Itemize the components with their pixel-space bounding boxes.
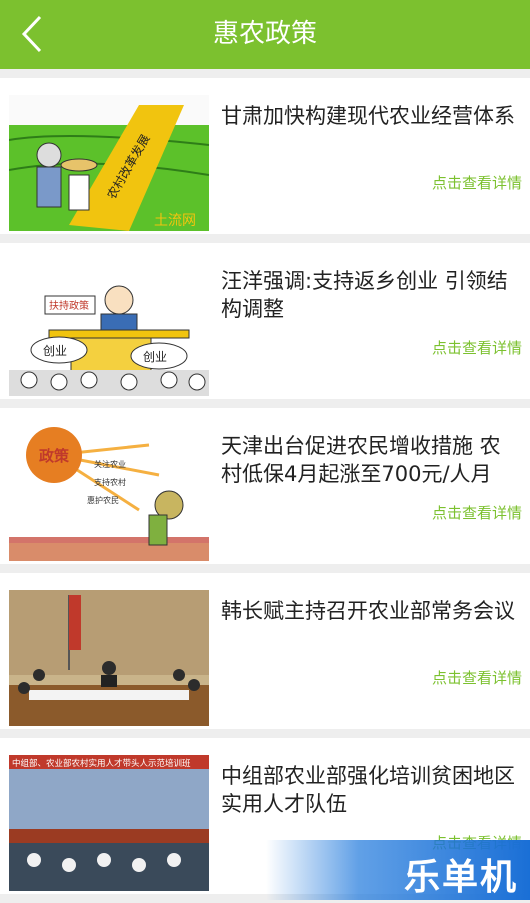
article-list: 农村改革发展 土流网 甘肃加快构建现代农业经营体系 点击查看详情 扶持政策 创业… bbox=[0, 78, 530, 903]
article-title: 韩长赋主持召开农业部常务会议 bbox=[221, 599, 515, 623]
list-item[interactable]: 韩长赋主持召开农业部常务会议 点击查看详情 bbox=[0, 573, 530, 729]
view-detail-link[interactable]: 点击查看详情 bbox=[432, 337, 522, 358]
thumb-banner: 中组部、农业部农村实用人才带头人示范培训班 bbox=[12, 758, 191, 769]
thumb-ray: 关注农业 bbox=[94, 459, 126, 469]
list-item[interactable]: 农村改革发展 土流网 甘肃加快构建现代农业经营体系 点击查看详情 bbox=[0, 78, 530, 234]
article-thumbnail: 扶持政策 创业 创业 bbox=[9, 260, 209, 396]
thumb-bubble: 创业 bbox=[143, 350, 167, 364]
thumb-sun-text: 政策 bbox=[39, 447, 70, 465]
watermark-text: 乐单机 bbox=[403, 857, 518, 898]
watermark-logo: 乐单机 bbox=[266, 840, 530, 900]
view-detail-link[interactable]: 点击查看详情 bbox=[432, 502, 522, 523]
thumb-sign: 扶持政策 bbox=[49, 299, 89, 312]
view-detail-link[interactable]: 点击查看详情 bbox=[432, 172, 522, 193]
top-bar: 惠农政策 bbox=[0, 0, 530, 69]
article-thumbnail: 中组部、农业部农村实用人才带头人示范培训班 bbox=[9, 755, 209, 891]
thumb-logo: 土流网 bbox=[154, 213, 196, 229]
thumb-ray: 惠护农民 bbox=[87, 495, 119, 505]
article-thumbnail bbox=[9, 590, 209, 726]
page-title: 惠农政策 bbox=[212, 19, 317, 49]
view-detail-link[interactable]: 点击查看详情 bbox=[432, 667, 522, 688]
article-thumbnail: 农村改革发展 土流网 bbox=[9, 95, 209, 231]
list-item[interactable]: 扶持政策 创业 创业 汪洋强调:支持返乡创业 引领结构调整 点击查看详情 bbox=[0, 243, 530, 399]
article-thumbnail: 政策 关注农业 支持农村 惠护农民 bbox=[9, 425, 209, 561]
article-title: 天津出台促进农民增收措施 农村低保4月起涨至700元/人月 bbox=[221, 434, 501, 486]
article-title: 甘肃加快构建现代农业经营体系 bbox=[221, 104, 515, 128]
thumb-ray: 支持农村 bbox=[94, 477, 126, 487]
list-item[interactable]: 政策 关注农业 支持农村 惠护农民 天津出台促进农民增收措施 农村低保4月起涨至… bbox=[0, 408, 530, 564]
thumb-bubble: 创业 bbox=[43, 344, 67, 358]
article-title: 汪洋强调:支持返乡创业 引领结构调整 bbox=[221, 269, 508, 321]
article-title: 中组部农业部强化培训贫困地区实用人才队伍 bbox=[221, 764, 515, 816]
